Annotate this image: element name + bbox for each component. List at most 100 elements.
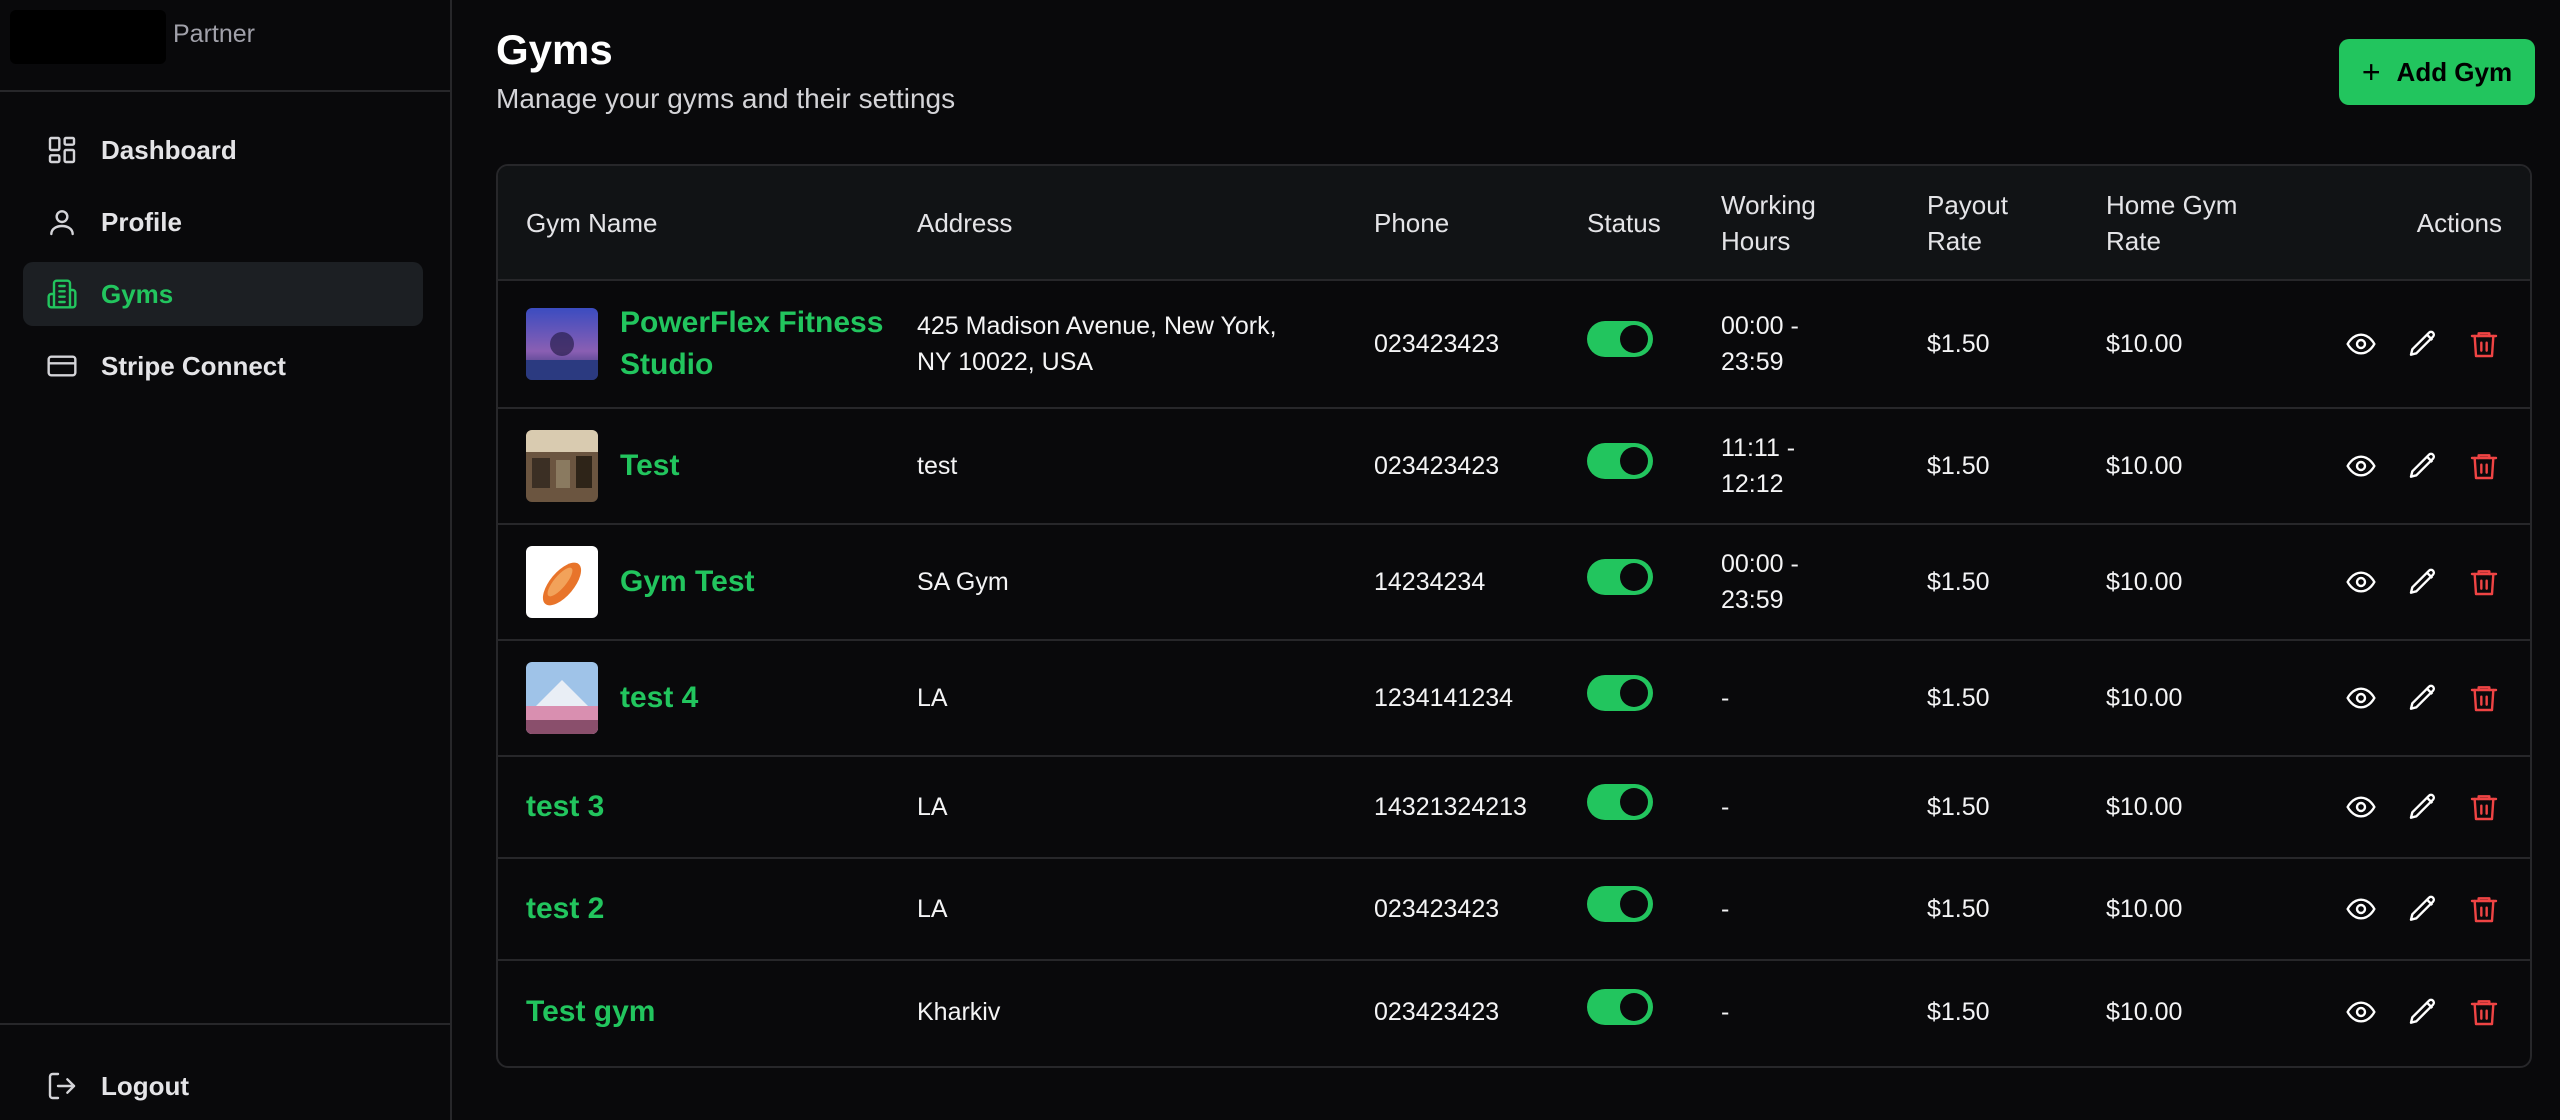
page-subtitle: Manage your gyms and their settings	[496, 83, 956, 114]
delete-icon[interactable]	[2468, 680, 2500, 716]
gym-name-cell: PowerFlex Fitness Studio	[498, 280, 889, 408]
add-gym-button[interactable]: + Add Gym	[2339, 39, 2535, 105]
table-row: Gym Test SA Gym 14234234 00:00 - 23:59 $1.50…	[498, 524, 2530, 640]
sidebar-item-label: Profile	[101, 206, 182, 237]
status-toggle[interactable]	[1587, 988, 1653, 1025]
sidebar-item-label: Gyms	[101, 278, 174, 309]
gym-name-link[interactable]: test 4	[620, 677, 698, 719]
phone-cell: 023423423	[1374, 895, 1500, 923]
address-cell: LA	[917, 895, 948, 923]
sidebar: Partner Dashboard Profile Gyms Stripe Co…	[0, 0, 452, 1120]
column-header-payout-rate[interactable]: Payout Rate	[1899, 166, 2078, 280]
delete-icon[interactable]	[2468, 326, 2500, 362]
logout-icon	[45, 1069, 79, 1103]
home-gym-rate-cell: $10.00	[2106, 684, 2183, 712]
table-row: test 3 LA 14321324213 - $1.50 $10.00	[498, 756, 2530, 858]
gym-name-cell: test 2	[498, 858, 889, 960]
payout-rate-cell: $1.50	[1927, 330, 1990, 358]
gym-name-link[interactable]: Test gym	[526, 991, 655, 1033]
edit-icon[interactable]	[2406, 994, 2438, 1030]
address-cell: LA	[917, 684, 948, 712]
status-cell	[1559, 640, 1693, 756]
gym-name-link[interactable]: Gym Test	[620, 561, 755, 603]
status-toggle[interactable]	[1587, 443, 1653, 479]
sidebar-item-label: Stripe Connect	[101, 350, 286, 381]
sidebar-item-gyms[interactable]: Gyms	[23, 262, 423, 326]
table-row: Test gym Kharkiv 023423423 - $1.50 $10.00	[498, 960, 2530, 1062]
view-icon[interactable]	[2345, 789, 2377, 825]
column-header-working-hours[interactable]: Working Hours	[1693, 166, 1899, 280]
status-toggle[interactable]	[1587, 886, 1653, 922]
logout-label: Logout	[101, 1070, 190, 1101]
delete-icon[interactable]	[2468, 789, 2500, 825]
delete-icon[interactable]	[2468, 448, 2500, 484]
address-cell: SA Gym	[917, 568, 1009, 596]
delete-icon[interactable]	[2468, 891, 2500, 927]
working-hours-cell: -	[1721, 997, 1730, 1026]
status-toggle[interactable]	[1587, 559, 1653, 595]
sidebar-item-stripe-connect[interactable]: Stripe Connect	[23, 334, 423, 398]
edit-icon[interactable]	[2406, 564, 2438, 600]
phone-cell: 14234234	[1374, 568, 1486, 596]
delete-icon[interactable]	[2468, 994, 2500, 1030]
view-icon[interactable]	[2345, 994, 2377, 1030]
gym-name-link[interactable]: test 2	[526, 888, 604, 930]
sidebar-item-label: Dashboard	[101, 134, 237, 165]
table-body: PowerFlex Fitness Studio 425 Madison Aven…	[498, 280, 2530, 1062]
payout-rate-cell: $1.50	[1927, 684, 1990, 712]
actions-cell	[2288, 524, 2530, 640]
actions-cell	[2288, 280, 2530, 408]
dashboard-icon	[45, 133, 79, 167]
home-gym-rate-cell: $10.00	[2106, 452, 2183, 480]
edit-icon[interactable]	[2406, 326, 2438, 362]
view-icon[interactable]	[2345, 448, 2377, 484]
actions-cell	[2288, 756, 2530, 858]
edit-icon[interactable]	[2406, 891, 2438, 927]
credit-card-icon	[45, 349, 79, 383]
gym-name-link[interactable]: Test	[620, 445, 679, 487]
gym-name-link[interactable]: test 3	[526, 786, 604, 828]
sidebar-item-dashboard[interactable]: Dashboard	[23, 118, 423, 182]
gym-thumbnail	[526, 430, 598, 502]
gym-name-cell: Test gym	[498, 960, 889, 1062]
status-cell	[1559, 756, 1693, 858]
status-toggle[interactable]	[1587, 784, 1653, 820]
status-cell	[1559, 858, 1693, 960]
sidebar-item-profile[interactable]: Profile	[23, 190, 423, 254]
add-gym-label: Add Gym	[2396, 56, 2513, 87]
view-icon[interactable]	[2345, 564, 2377, 600]
logout-button[interactable]: Logout	[45, 1069, 189, 1103]
delete-icon[interactable]	[2468, 564, 2500, 600]
view-icon[interactable]	[2345, 326, 2377, 362]
status-toggle[interactable]	[1587, 675, 1653, 711]
brand-logo[interactable]	[10, 10, 166, 64]
home-gym-rate-cell: $10.00	[2106, 568, 2183, 596]
phone-cell: 023423423	[1374, 997, 1500, 1026]
view-icon[interactable]	[2345, 891, 2377, 927]
column-header-phone[interactable]: Phone	[1346, 166, 1559, 280]
table-row: PowerFlex Fitness Studio 425 Madison Aven…	[498, 280, 2530, 408]
actions-cell	[2288, 960, 2530, 1062]
working-hours-cell: 00:00 - 23:59	[1721, 550, 1799, 614]
view-icon[interactable]	[2345, 680, 2377, 716]
column-header-status[interactable]: Status	[1559, 166, 1693, 280]
actions-cell	[2288, 408, 2530, 524]
gym-name-link[interactable]: PowerFlex Fitness Studio	[620, 302, 889, 386]
edit-icon[interactable]	[2406, 789, 2438, 825]
status-cell	[1559, 280, 1693, 408]
edit-icon[interactable]	[2406, 448, 2438, 484]
working-hours-cell: -	[1721, 793, 1730, 821]
column-header-home-gym-rate[interactable]: Home Gym Rate	[2078, 166, 2288, 280]
status-toggle[interactable]	[1587, 321, 1653, 357]
payout-rate-cell: $1.50	[1927, 997, 1990, 1026]
plus-icon: +	[2361, 54, 2381, 90]
status-cell	[1559, 960, 1693, 1062]
gym-name-cell: test 3	[498, 756, 889, 858]
payout-rate-cell: $1.50	[1927, 895, 1990, 923]
home-gym-rate-cell: $10.00	[2106, 997, 2183, 1026]
gym-name-cell: test 4	[498, 640, 889, 756]
table-row: Test test 023423423 11:11 - 12:12 $1.50 $10.0…	[498, 408, 2530, 524]
column-header-address[interactable]: Address	[889, 166, 1346, 280]
edit-icon[interactable]	[2406, 680, 2438, 716]
column-header-gym-name[interactable]: Gym Name	[498, 166, 889, 280]
